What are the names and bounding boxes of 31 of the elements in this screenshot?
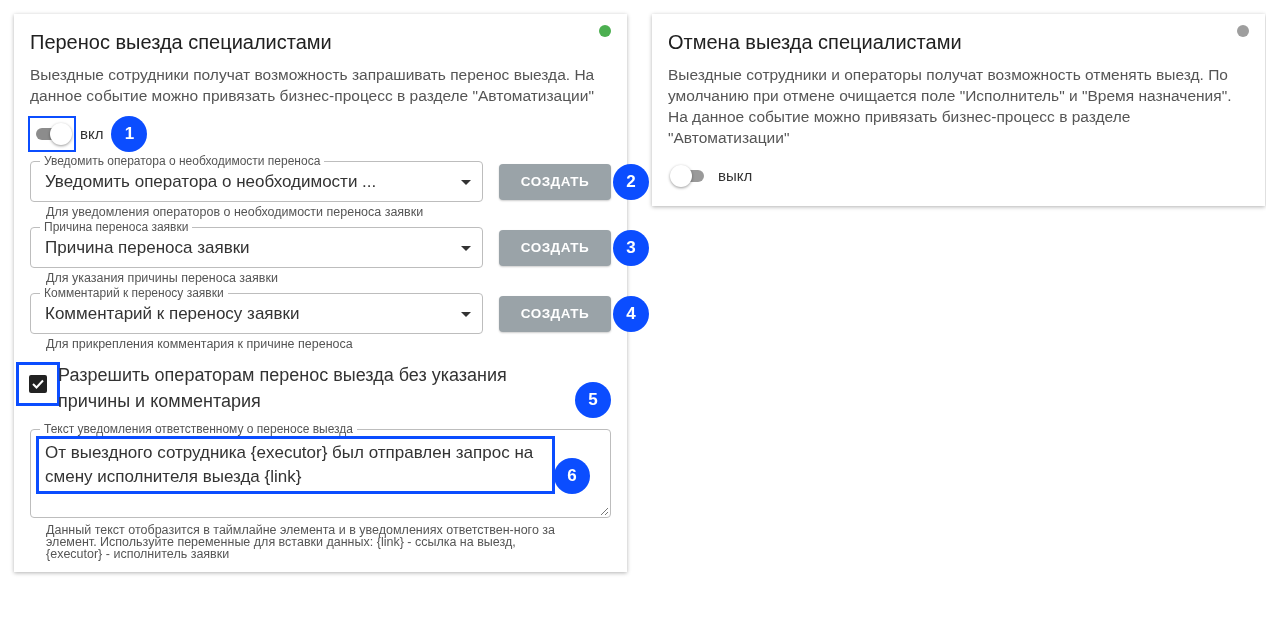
callout-badge: 3	[613, 230, 649, 266]
helper-text: Для уведомления операторов о необходимости переноса заявки	[45, 206, 425, 218]
caret-icon	[461, 245, 471, 251]
toggle-switch[interactable]	[28, 116, 76, 152]
text-area-value: От выездного сотрудника {executor} был отправлен запрос на смену исполнителя выезда {link}	[36, 436, 555, 494]
card-description: Выездные сотрудники и операторы получат возможность отменять выезд. По умолчанию при отмене очищается поле "Исполнитель" и "Время назначения". На данное событие можно привязать бизнес-процесс в разделе "Автоматизации"	[668, 65, 1233, 148]
caret-icon	[461, 311, 471, 317]
field-label: Комментарий к переносу заявки	[40, 286, 228, 300]
caret-icon	[461, 179, 471, 185]
callout-badge: 6	[554, 458, 590, 494]
card-description: Выездные сотрудники получат возможность запрашивать перенос выезда. На данное событие можно привязать бизнес-процесс в разделе "Автоматизации"	[30, 65, 596, 106]
callout-badge: 4	[613, 296, 649, 332]
callout-badge: 5	[575, 382, 611, 418]
checkbox[interactable]	[16, 362, 60, 406]
resize-handle-icon[interactable]	[600, 507, 609, 516]
field-label: Уведомить оператора о необходимости переноса	[40, 154, 325, 168]
field-label: Текст уведомления ответственному о переносе выезда	[40, 422, 357, 436]
helper-text: Данный текст отобразится в таймлайне элемента и в уведомлениях ответствен-ного за элемент. Используйте переменные для вставки данных: {link} - ссылка на выезд, {executor} - исполнитель заявки	[45, 524, 556, 560]
check-icon	[32, 379, 44, 389]
callout-badge: 2	[613, 164, 649, 200]
toggle-label: вкл	[80, 123, 104, 144]
select-value: Уведомить оператора о необходимости ...	[45, 171, 378, 194]
helper-text: Для указания причины переноса заявки	[45, 272, 279, 284]
toggle-label: выкл	[718, 165, 753, 186]
helper-text: Для прикрепления комментария к причине переноса	[45, 338, 354, 350]
select-value: Причина переноса заявки	[45, 237, 251, 260]
card-title: Отмена выезда специалистами	[668, 30, 963, 55]
card-title: Перенос выезда специалистами	[30, 30, 333, 55]
field-label: Причина переноса заявки	[40, 220, 193, 234]
select-value: Комментарий к переносу заявки	[45, 303, 301, 326]
callout-badge: 1	[111, 116, 148, 152]
